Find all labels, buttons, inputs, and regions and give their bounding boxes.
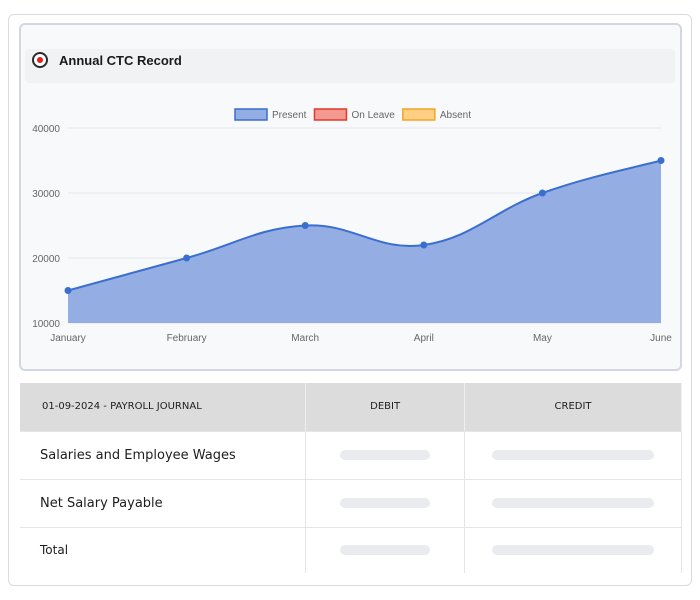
skeleton-placeholder: [492, 498, 655, 508]
x-tick-label: February: [167, 333, 207, 344]
data-point: [64, 287, 72, 294]
table-row: Salaries and Employee Wages: [20, 430, 682, 480]
data-point: [657, 157, 665, 164]
credit-cell-loading: [464, 526, 682, 573]
x-tick-label: January: [50, 333, 86, 344]
skeleton-placeholder: [340, 450, 431, 460]
legend-label: Absent: [440, 110, 471, 121]
table-row: Net Salary Payable: [20, 478, 682, 528]
debit-cell-loading: [305, 526, 466, 573]
payroll-journal-table: 01-09-2024 - PAYROLL JOURNAL DEBIT CREDI…: [20, 383, 682, 573]
skeleton-placeholder: [492, 450, 655, 460]
legend-swatch: [313, 108, 348, 121]
area-chart: 40000 30000 20000 10000 January February March…: [32, 108, 672, 344]
journal-date-header: 01-09-2024 - PAYROLL JOURNAL: [20, 383, 307, 432]
y-tick-label: 30000: [32, 189, 60, 200]
credit-cell-loading: [464, 430, 682, 480]
table-header-row: 01-09-2024 - PAYROLL JOURNAL DEBIT CREDI…: [20, 383, 682, 432]
credit-header: CREDIT: [464, 383, 682, 432]
total-label: Total: [20, 526, 307, 573]
data-point: [301, 222, 309, 229]
legend-swatch: [234, 108, 268, 121]
data-point: [420, 241, 428, 249]
x-tick-label: April: [414, 333, 434, 344]
data-point: [183, 254, 191, 262]
y-tick-label: 10000: [32, 319, 60, 330]
legend-label: Present: [272, 110, 307, 121]
row-label: Net Salary Payable: [20, 478, 307, 528]
debit-header: DEBIT: [305, 383, 466, 432]
legend-swatch: [402, 108, 436, 121]
credit-cell-loading: [464, 478, 682, 528]
x-tick-label: March: [291, 333, 319, 344]
skeleton-placeholder: [492, 545, 655, 556]
data-point: [538, 189, 546, 197]
series-area-present: [68, 160, 661, 323]
y-tick-label: 40000: [32, 124, 60, 135]
legend-label: On Leave: [351, 110, 395, 121]
skeleton-placeholder: [340, 545, 431, 556]
debit-cell-loading: [305, 430, 466, 480]
y-tick-label: 20000: [32, 254, 60, 265]
row-label: Salaries and Employee Wages: [20, 430, 307, 480]
skeleton-placeholder: [340, 498, 431, 508]
table-row: Total: [20, 526, 682, 573]
debit-cell-loading: [305, 478, 466, 528]
x-tick-label: May: [533, 333, 552, 344]
x-tick-label: June: [650, 333, 672, 344]
